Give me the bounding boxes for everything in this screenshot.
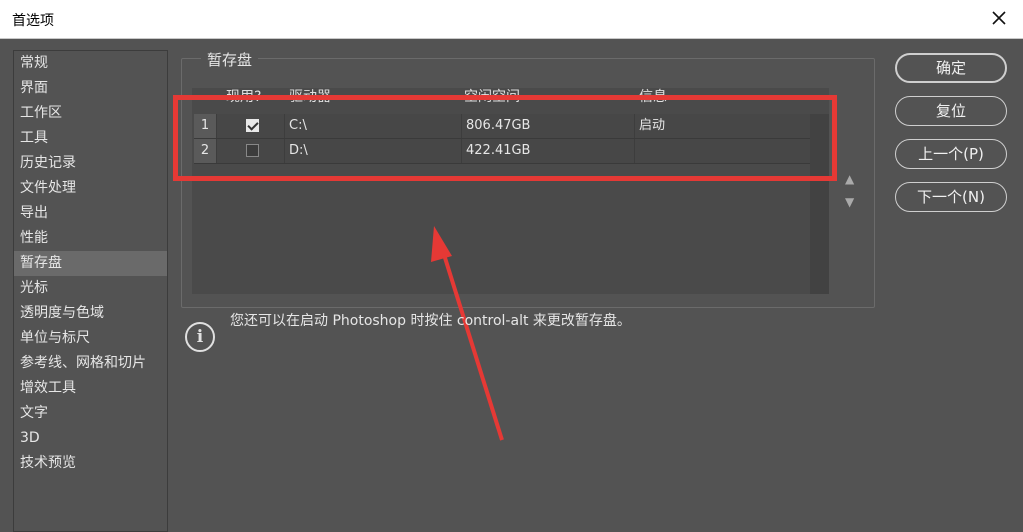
info-icon: i xyxy=(185,322,215,352)
ok-button[interactable]: 确定 xyxy=(895,53,1007,83)
previous-button[interactable]: 上一个(P) xyxy=(895,139,1007,169)
annotation-arrow xyxy=(431,226,504,441)
reset-button[interactable]: 复位 xyxy=(895,96,1007,126)
info-message: 您还可以在启动 Photoshop 时按住 control-alt 来更改暂存盘… xyxy=(230,313,631,329)
next-button[interactable]: 下一个(N) xyxy=(895,182,1007,212)
